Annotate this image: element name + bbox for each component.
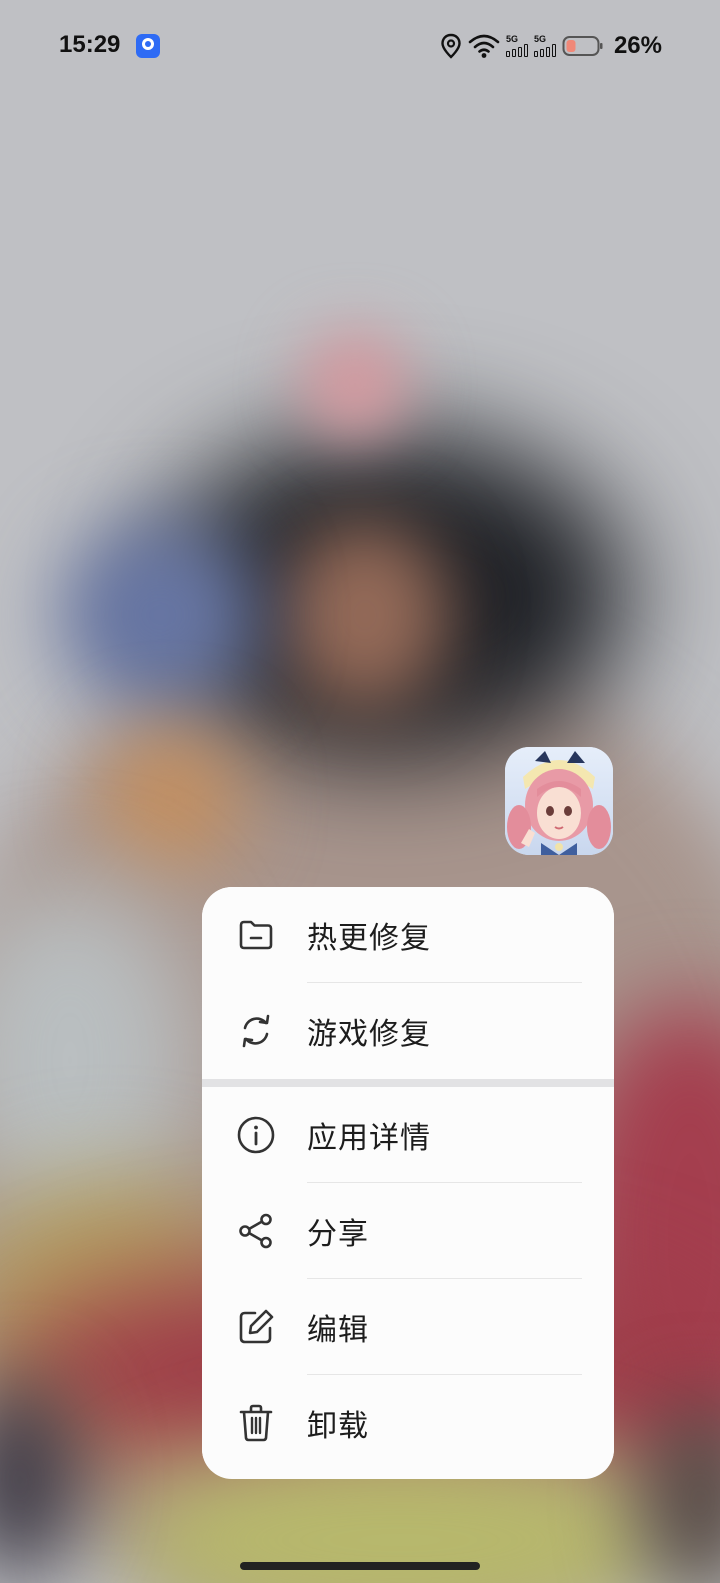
game-character-icon (505, 747, 613, 855)
menu-item-label: 分享 (307, 1217, 369, 1252)
home-indicator[interactable] (240, 1562, 480, 1570)
network-type-label: 5G (533, 34, 546, 44)
wifi-icon (468, 34, 500, 58)
edit-icon (239, 1309, 274, 1344)
menu-item-edit[interactable]: 编辑 (202, 1279, 614, 1375)
network-type-label: 5G (505, 34, 518, 44)
menu-item-app-details[interactable]: 应用详情 (202, 1087, 614, 1183)
status-bar: 15:29 5G 5G 26% (0, 0, 720, 92)
menu-group-separator (202, 1079, 614, 1087)
status-time: 15:29 (59, 31, 121, 58)
menu-item-share[interactable]: 分享 (202, 1183, 614, 1279)
info-icon (237, 1116, 275, 1154)
menu-item-label: 应用详情 (307, 1121, 431, 1156)
menu-item-game-repair[interactable]: 游戏修复 (202, 983, 614, 1079)
app-store-notification-icon (136, 34, 160, 58)
battery-icon (562, 36, 603, 56)
cellular-signal-2: 5G (533, 34, 556, 57)
folder-icon (239, 920, 273, 950)
share-icon (239, 1213, 272, 1249)
trash-icon (239, 1404, 273, 1442)
game-app-icon[interactable] (505, 747, 613, 855)
menu-item-hot-update-repair[interactable]: 热更修复 (202, 887, 614, 983)
cellular-signal-1: 5G (505, 34, 528, 57)
refresh-icon (242, 1014, 270, 1048)
menu-item-label: 编辑 (307, 1313, 369, 1348)
menu-group-repair: 热更修复 游戏修复 (202, 887, 614, 1079)
app-context-menu: 热更修复 游戏修复 应用详情 分享 编辑 卸载 (202, 887, 614, 1479)
location-icon (441, 33, 461, 59)
menu-item-uninstall[interactable]: 卸载 (202, 1375, 614, 1471)
menu-item-label: 卸载 (307, 1409, 369, 1444)
menu-item-label: 热更修复 (307, 921, 431, 956)
menu-group-app-actions: 应用详情 分享 编辑 卸载 (202, 1087, 614, 1471)
battery-percent: 26% (613, 32, 662, 59)
status-indicators: 5G 5G 26% (440, 28, 662, 64)
menu-item-label: 游戏修复 (307, 1017, 431, 1052)
